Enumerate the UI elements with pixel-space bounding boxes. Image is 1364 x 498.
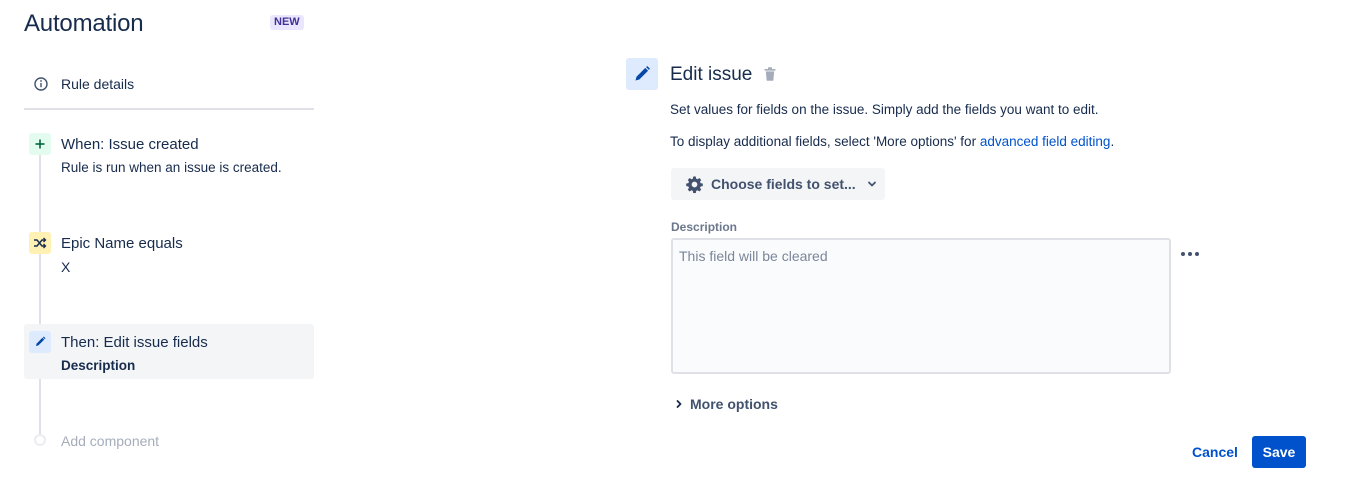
pencil-icon (29, 331, 51, 353)
panel-title: Edit issue (670, 64, 753, 85)
info-icon (33, 76, 49, 92)
step-trigger[interactable]: When: Issue created Rule is run when an … (24, 130, 314, 180)
description-field-label: Description (671, 220, 738, 234)
add-component-label: Add component (61, 433, 160, 449)
gear-icon (685, 175, 704, 194)
chevron-down-icon (866, 178, 878, 190)
step-title: When: Issue created (61, 136, 199, 153)
chevron-right-icon (673, 398, 685, 410)
choose-fields-label: Choose fields to set... (711, 176, 856, 192)
plus-icon (29, 133, 51, 155)
step-action[interactable]: Then: Edit issue fields Description (24, 324, 314, 379)
more-options-label: More options (690, 396, 778, 412)
step-subtitle: Description (61, 358, 136, 373)
step-title: Then: Edit issue fields (61, 334, 208, 351)
cancel-button[interactable]: Cancel (1186, 436, 1244, 468)
more-options-toggle[interactable]: More options (671, 393, 778, 415)
description-textarea[interactable] (671, 238, 1171, 374)
step-condition[interactable]: Epic Name equals X (24, 229, 314, 279)
add-component-dot-icon (34, 434, 46, 446)
add-component-button[interactable]: Add component (24, 428, 314, 454)
rule-details-label: Rule details (61, 76, 135, 92)
advanced-field-editing-link[interactable]: advanced field editing (980, 134, 1111, 149)
hint-prefix: To display additional fields, select 'Mo… (670, 134, 980, 149)
more-actions-icon[interactable] (1178, 244, 1202, 264)
shuffle-icon (29, 232, 51, 254)
new-badge: NEW (270, 15, 304, 30)
choose-fields-button[interactable]: Choose fields to set... (671, 168, 885, 200)
step-title: Epic Name equals (61, 235, 183, 252)
advanced-editing-hint: To display additional fields, select 'Mo… (670, 134, 1114, 149)
panel-description: Set values for fields on the issue. Simp… (670, 102, 1099, 117)
hint-suffix: . (1110, 134, 1115, 149)
step-subtitle: X (61, 259, 71, 275)
step-subtitle: Rule is run when an issue is created. (61, 160, 282, 175)
sidebar-divider (24, 108, 314, 110)
save-button[interactable]: Save (1252, 436, 1306, 468)
timeline-line (39, 150, 41, 434)
page-title: Automation (24, 10, 144, 37)
pencil-icon (626, 58, 658, 90)
trash-icon[interactable] (764, 67, 778, 83)
rule-details-link[interactable]: Rule details (24, 66, 314, 102)
